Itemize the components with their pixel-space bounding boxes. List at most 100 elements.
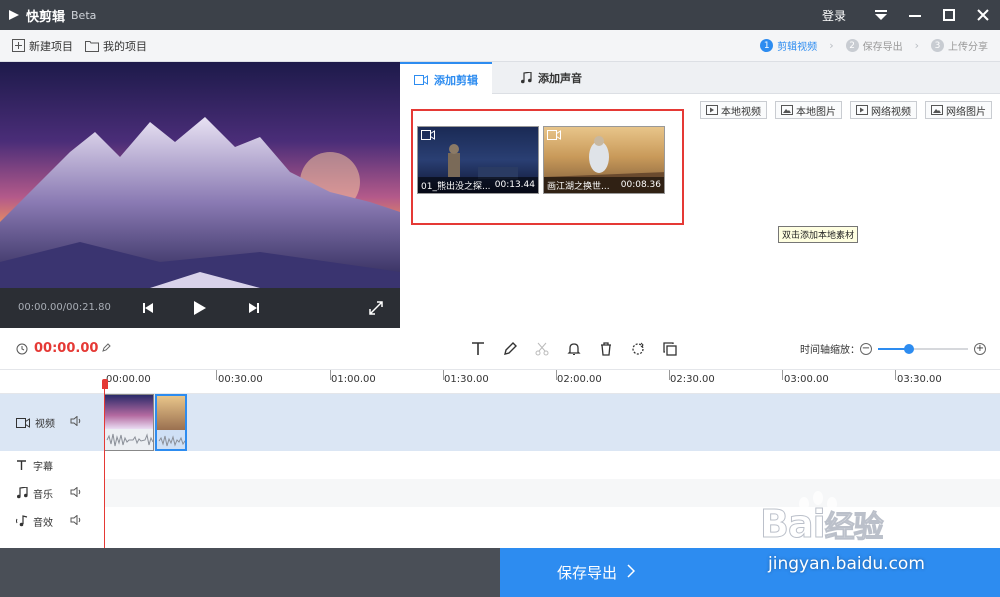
online-image-button[interactable]: 网络图片	[925, 101, 992, 119]
new-project-label: 新建项目	[29, 39, 73, 53]
sound-effect-icon	[16, 515, 28, 527]
media-panel: 添加剪辑 添加声音 本地视频 本地图片 网络视频 网络图片 01_熊出没之探..…	[400, 62, 1000, 328]
clip-caption: 01_熊出没之探... 00:13.44	[418, 177, 538, 193]
preview-time: 00:00.00/00:21.80	[18, 302, 111, 313]
chevron-right-icon	[627, 563, 636, 582]
next-frame-icon[interactable]	[244, 298, 264, 318]
play-icon[interactable]	[190, 298, 210, 318]
video-preview: 00:00.00/00:21.80	[0, 62, 400, 328]
app-name: 快剪辑	[26, 9, 66, 25]
ruler-tick: 02:30.00	[670, 374, 715, 385]
speaker-icon[interactable]	[70, 485, 82, 500]
folder-icon	[85, 40, 99, 52]
edit-tools	[468, 339, 692, 359]
video-file-icon	[856, 105, 868, 115]
tab-add-clip[interactable]: 添加剪辑	[400, 62, 492, 95]
app-window: 快剪辑 Beta 登录 新建项目 我的项目 1 剪辑视频 › 2 保存导出 › …	[0, 0, 1000, 597]
bell-icon[interactable]	[564, 339, 584, 359]
text-tool-icon[interactable]	[468, 339, 488, 359]
speaker-icon[interactable]	[70, 415, 82, 429]
clip-name: 画江湖之换世...	[547, 181, 610, 192]
clock-icon	[16, 343, 28, 354]
main-toolbar: 新建项目 我的项目 1 剪辑视频 › 2 保存导出 › 3 上传分享	[0, 30, 1000, 62]
playhead-handle[interactable]	[102, 379, 108, 389]
online-video-button[interactable]: 网络视频	[850, 101, 917, 119]
clip-duration: 00:08.36	[620, 180, 661, 190]
zoom-knob[interactable]	[904, 343, 914, 354]
local-video-button[interactable]: 本地视频	[700, 101, 767, 119]
timeline-zoom: 时间轴缩放： − +	[800, 341, 986, 356]
zoom-out-icon[interactable]: −	[860, 342, 872, 355]
video-camera-icon	[16, 417, 30, 428]
maximize-icon[interactable]	[932, 0, 966, 30]
video-file-icon	[706, 105, 718, 115]
watermark: Bai经验 jingyan.baidu.com	[760, 488, 990, 578]
scissors-icon[interactable]	[532, 339, 552, 359]
step-upload-share[interactable]: 3 上传分享	[931, 38, 988, 53]
rotate-icon[interactable]	[628, 339, 648, 359]
zoom-in-icon[interactable]: +	[974, 342, 986, 355]
music-note-icon	[17, 487, 28, 499]
text-icon	[17, 459, 26, 470]
media-library-highlight: 01_熊出没之探... 00:13.44 画江湖之换世... 00:08.36	[411, 109, 684, 225]
ruler-tick: 01:00.00	[331, 374, 376, 385]
zoom-label: 时间轴缩放：	[800, 345, 860, 356]
new-project-button[interactable]: 新建项目	[12, 38, 73, 54]
timeline-clip[interactable]	[104, 394, 154, 451]
timeline-time: 00:00.00	[16, 341, 112, 356]
zoom-slider[interactable]	[878, 343, 968, 354]
video-camera-icon	[421, 130, 435, 143]
step-chevron-icon: ›	[914, 39, 919, 52]
image-file-icon	[781, 105, 793, 115]
image-file-icon	[931, 105, 943, 115]
playhead[interactable]	[104, 379, 105, 549]
timeline-toolbar: 00:00.00 时间轴缩放： − +	[0, 328, 1000, 370]
track-label-sfx: 音效	[0, 507, 104, 535]
preview-frame	[0, 62, 400, 288]
timeline-clip-selected[interactable]	[155, 394, 187, 451]
fullscreen-icon[interactable]	[366, 298, 386, 318]
media-clip[interactable]: 画江湖之换世... 00:08.36	[543, 126, 665, 194]
login-link[interactable]: 登录	[822, 7, 846, 24]
track-label-video: 视频	[0, 394, 104, 451]
track-label-music: 音乐	[0, 479, 104, 507]
trash-icon[interactable]	[596, 339, 616, 359]
ruler-tick-line	[895, 370, 896, 380]
local-image-button[interactable]: 本地图片	[775, 101, 842, 119]
speaker-icon[interactable]	[70, 513, 82, 528]
video-camera-icon	[414, 74, 428, 85]
ruler-tick: 01:30.00	[444, 374, 489, 385]
step-edit-video[interactable]: 1 剪辑视频	[760, 38, 817, 53]
new-project-icon	[12, 39, 25, 52]
music-note-icon	[521, 72, 532, 84]
previous-frame-icon[interactable]	[138, 298, 158, 318]
app-logo-icon	[8, 9, 20, 21]
edit-time-icon[interactable]	[102, 342, 112, 355]
ruler-tick: 00:30.00	[218, 374, 263, 385]
ruler-tick: 02:00.00	[557, 374, 602, 385]
workflow-steps: 1 剪辑视频 › 2 保存导出 › 3 上传分享	[760, 30, 988, 61]
ruler-tick-line	[782, 370, 783, 380]
minimize-icon[interactable]	[898, 0, 932, 30]
video-track	[104, 394, 1000, 451]
source-buttons: 本地视频 本地图片 网络视频 网络图片	[692, 101, 992, 119]
my-projects-button[interactable]: 我的项目	[85, 38, 147, 54]
subtitle-track[interactable]	[104, 451, 1000, 479]
step-chevron-icon: ›	[829, 39, 834, 52]
close-icon[interactable]	[966, 0, 1000, 30]
ruler-tick: 03:30.00	[897, 374, 942, 385]
media-clip[interactable]: 01_熊出没之探... 00:13.44	[417, 126, 539, 194]
ruler-tick: 00:00.00	[106, 374, 151, 385]
menu-dropdown-icon[interactable]	[864, 0, 898, 30]
clip-caption: 画江湖之换世... 00:08.36	[544, 177, 664, 193]
copy-icon[interactable]	[660, 339, 680, 359]
ruler-tick-line	[216, 370, 217, 380]
video-camera-icon	[547, 130, 561, 143]
tab-add-audio[interactable]: 添加声音	[506, 62, 596, 94]
clip-name: 01_熊出没之探...	[421, 181, 491, 192]
step-save-export[interactable]: 2 保存导出	[845, 38, 903, 53]
current-time: 00:00.00	[34, 341, 99, 356]
tooltip: 双击添加本地素材	[778, 226, 859, 243]
watermark-brand: Bai经验	[760, 502, 885, 547]
pencil-icon[interactable]	[500, 339, 520, 359]
